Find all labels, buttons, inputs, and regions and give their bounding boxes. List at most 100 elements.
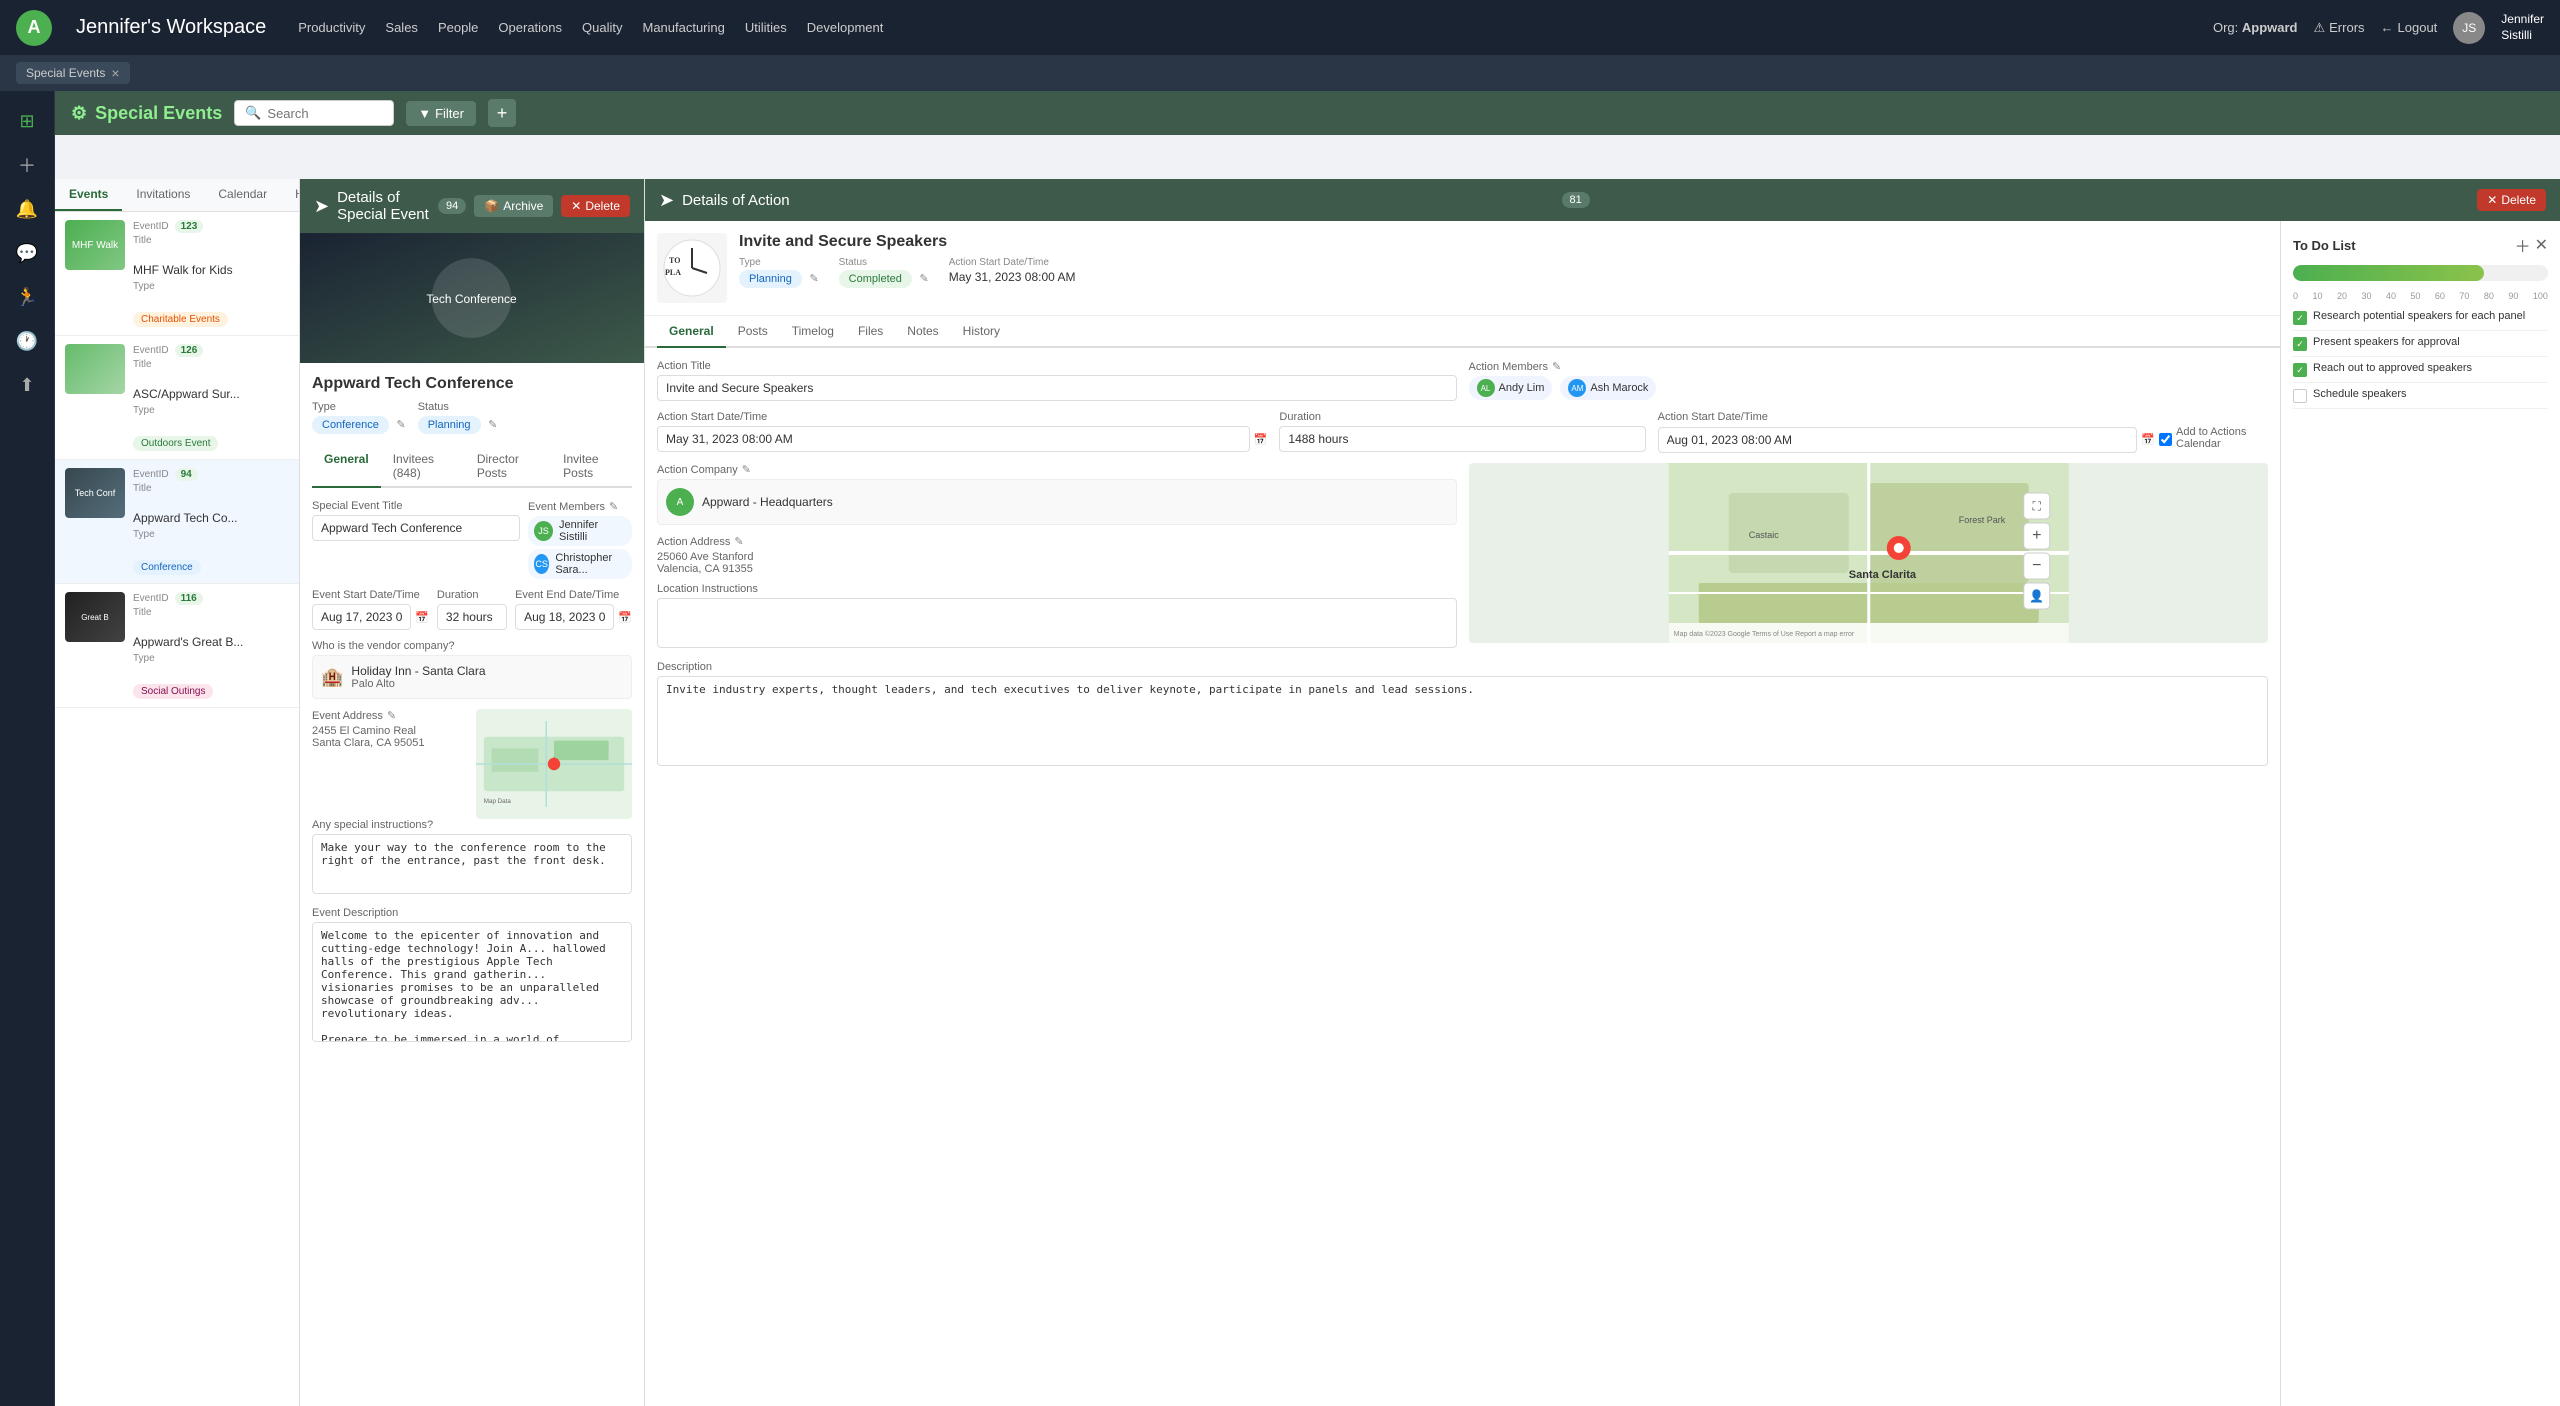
action-status-edit-icon[interactable]: ✎ [920, 273, 929, 285]
status-edit-icon[interactable]: ✎ [488, 419, 497, 431]
tab-invitees[interactable]: Invitees (848) [381, 446, 465, 488]
action-panel-arrow-icon: ➤ [659, 190, 674, 211]
svg-text:+: + [2032, 527, 2041, 544]
action-delete-button[interactable]: ✕ Delete [2477, 189, 2546, 211]
sidebar-icon-plus[interactable]: ＋ [9, 147, 45, 183]
todo-check-2[interactable]: ✓ [2293, 363, 2307, 377]
logout-link[interactable]: ← Logout [2381, 20, 2438, 35]
todo-add-button[interactable]: ＋ [2515, 233, 2531, 257]
app-logo[interactable]: A [16, 10, 52, 46]
action-tabs: General Posts Timelog Files Notes Histor… [645, 316, 2280, 348]
tab-invitee-posts[interactable]: Invitee Posts [551, 446, 632, 488]
event-item-0[interactable]: MHF Walk EventID 123 Title MHF Walk for … [55, 212, 299, 336]
filter-button[interactable]: ▼ Filter [406, 101, 476, 126]
end-date-calendar-icon[interactable]: 📅 [618, 611, 632, 624]
action-end-date-input[interactable] [1658, 427, 2138, 453]
action-tab-history[interactable]: History [951, 316, 1012, 348]
sidebar-icon-clock[interactable]: 🕐 [9, 323, 45, 359]
archive-button[interactable]: 📦 Archive [474, 195, 553, 217]
todo-check-0[interactable]: ✓ [2293, 311, 2307, 325]
event-type-badge: Conference [312, 416, 389, 434]
special-event-title-input[interactable] [312, 515, 520, 541]
members-edit-icon[interactable]: ✎ [609, 500, 618, 513]
tab-events[interactable]: Events [55, 179, 122, 211]
end-date-input[interactable] [515, 604, 614, 630]
action-start-date-input[interactable] [657, 426, 1250, 452]
event-dates-row: Event Start Date/Time 📅 Duration Event E… [312, 589, 632, 640]
action-tab-timelog[interactable]: Timelog [780, 316, 846, 348]
event-thumb-1 [65, 344, 125, 394]
tag-close-icon[interactable]: × [111, 65, 119, 81]
sidebar-icon-bell[interactable]: 🔔 [9, 191, 45, 227]
vendor-box[interactable]: 🏨 Holiday Inn - Santa Clara Palo Alto [312, 655, 632, 699]
top-navigation: A Jennifer's Workspace Productivity Sale… [0, 0, 2560, 55]
action-tab-files[interactable]: Files [846, 316, 895, 348]
event-item-1[interactable]: EventID 126 Title ASC/Appward Sur... Typ… [55, 336, 299, 460]
sidebar-icon-chat[interactable]: 💬 [9, 235, 45, 271]
svg-text:PLA: PLA [665, 268, 681, 277]
tab-general[interactable]: General [312, 446, 381, 488]
instructions-textarea[interactable]: Make your way to the conference room to … [312, 834, 632, 894]
special-events-tag[interactable]: Special Events × [16, 62, 130, 84]
add-button[interactable]: + [488, 99, 516, 127]
start-date-input[interactable] [312, 604, 411, 630]
action-members-label: Action Members ✎ [1469, 360, 2269, 373]
action-duration-input[interactable] [1279, 426, 1645, 452]
tab-invitations[interactable]: Invitations [122, 179, 204, 211]
sidebar-icon-upload[interactable]: ⬆ [9, 367, 45, 403]
action-address-edit-icon[interactable]: ✎ [734, 535, 743, 548]
sidebar-icon-run[interactable]: 🏃 [9, 279, 45, 315]
search-input[interactable] [267, 106, 387, 121]
svg-text:Map Data: Map Data [484, 798, 512, 805]
tab-history[interactable]: History [281, 179, 300, 211]
nav-quality[interactable]: Quality [582, 20, 622, 35]
tab-calendar[interactable]: Calendar [204, 179, 281, 211]
add-to-calendar-checkbox[interactable] [2159, 433, 2172, 446]
event-type-0: Charitable Events [133, 312, 228, 327]
description-textarea[interactable]: Welcome to the epicenter of innovation a… [312, 922, 632, 1042]
action-description-textarea[interactable]: Invite industry experts, thought leaders… [657, 676, 2268, 766]
action-tab-notes[interactable]: Notes [895, 316, 950, 348]
errors-link[interactable]: ⚠ Errors [2313, 20, 2364, 36]
action-type-label: Type [739, 257, 819, 268]
action-company-edit-icon[interactable]: ✎ [742, 463, 751, 476]
action-start-calendar-icon[interactable]: 📅 [1254, 433, 1268, 446]
todo-check-1[interactable]: ✓ [2293, 337, 2307, 351]
nav-development[interactable]: Development [807, 20, 884, 35]
start-date-calendar-icon[interactable]: 📅 [415, 611, 429, 624]
event-item-3[interactable]: Great B EventID 116 Title Appward's Grea… [55, 584, 299, 708]
nav-people[interactable]: People [438, 20, 478, 35]
delete-button[interactable]: ✕ Delete [561, 195, 630, 217]
nav-sales[interactable]: Sales [385, 20, 418, 35]
tab-director-posts[interactable]: Director Posts [465, 446, 551, 488]
action-members-edit-icon[interactable]: ✎ [1552, 360, 1561, 373]
address-line2: Santa Clara, CA 95051 [312, 737, 468, 749]
event-members-label: Event Members ✎ [528, 500, 632, 513]
action-body: Action Title Action Members ✎ [645, 348, 2280, 791]
sidebar-icon-grid[interactable]: ⊞ [9, 103, 45, 139]
svg-text:👤: 👤 [2029, 589, 2044, 603]
status-label: Status [418, 401, 498, 413]
event-item-2[interactable]: Tech Conf EventID 94 Title Appward Tech … [55, 460, 299, 584]
action-members-col: Action Members ✎ AL Andy Lim AM [1469, 360, 2269, 401]
action-start-col: Action Start Date/Time May 31, 2023 08:0… [949, 257, 1076, 288]
action-title-input[interactable] [657, 375, 1457, 401]
action-end-calendar-icon[interactable]: 📅 [2141, 433, 2155, 446]
nav-productivity[interactable]: Productivity [298, 20, 365, 35]
type-edit-icon[interactable]: ✎ [397, 419, 406, 431]
action-tab-posts[interactable]: Posts [726, 316, 780, 348]
action-tab-general[interactable]: General [657, 316, 726, 348]
todo-check-3[interactable] [2293, 389, 2307, 403]
nav-utilities[interactable]: Utilities [745, 20, 787, 35]
nav-operations[interactable]: Operations [498, 20, 562, 35]
user-avatar[interactable]: JS [2453, 12, 2485, 44]
search-box[interactable]: 🔍 [234, 100, 394, 126]
todo-close-button[interactable]: ✕ [2535, 233, 2548, 257]
action-company-box[interactable]: A Appward - Headquarters [657, 479, 1457, 525]
address-edit-icon[interactable]: ✎ [387, 709, 396, 722]
duration-input[interactable] [437, 604, 507, 630]
nav-manufacturing[interactable]: Manufacturing [642, 20, 724, 35]
event-detail-thumbnail: Tech Conference [300, 233, 644, 363]
location-instructions-textarea[interactable] [657, 598, 1457, 648]
action-type-edit-icon[interactable]: ✎ [809, 273, 818, 285]
